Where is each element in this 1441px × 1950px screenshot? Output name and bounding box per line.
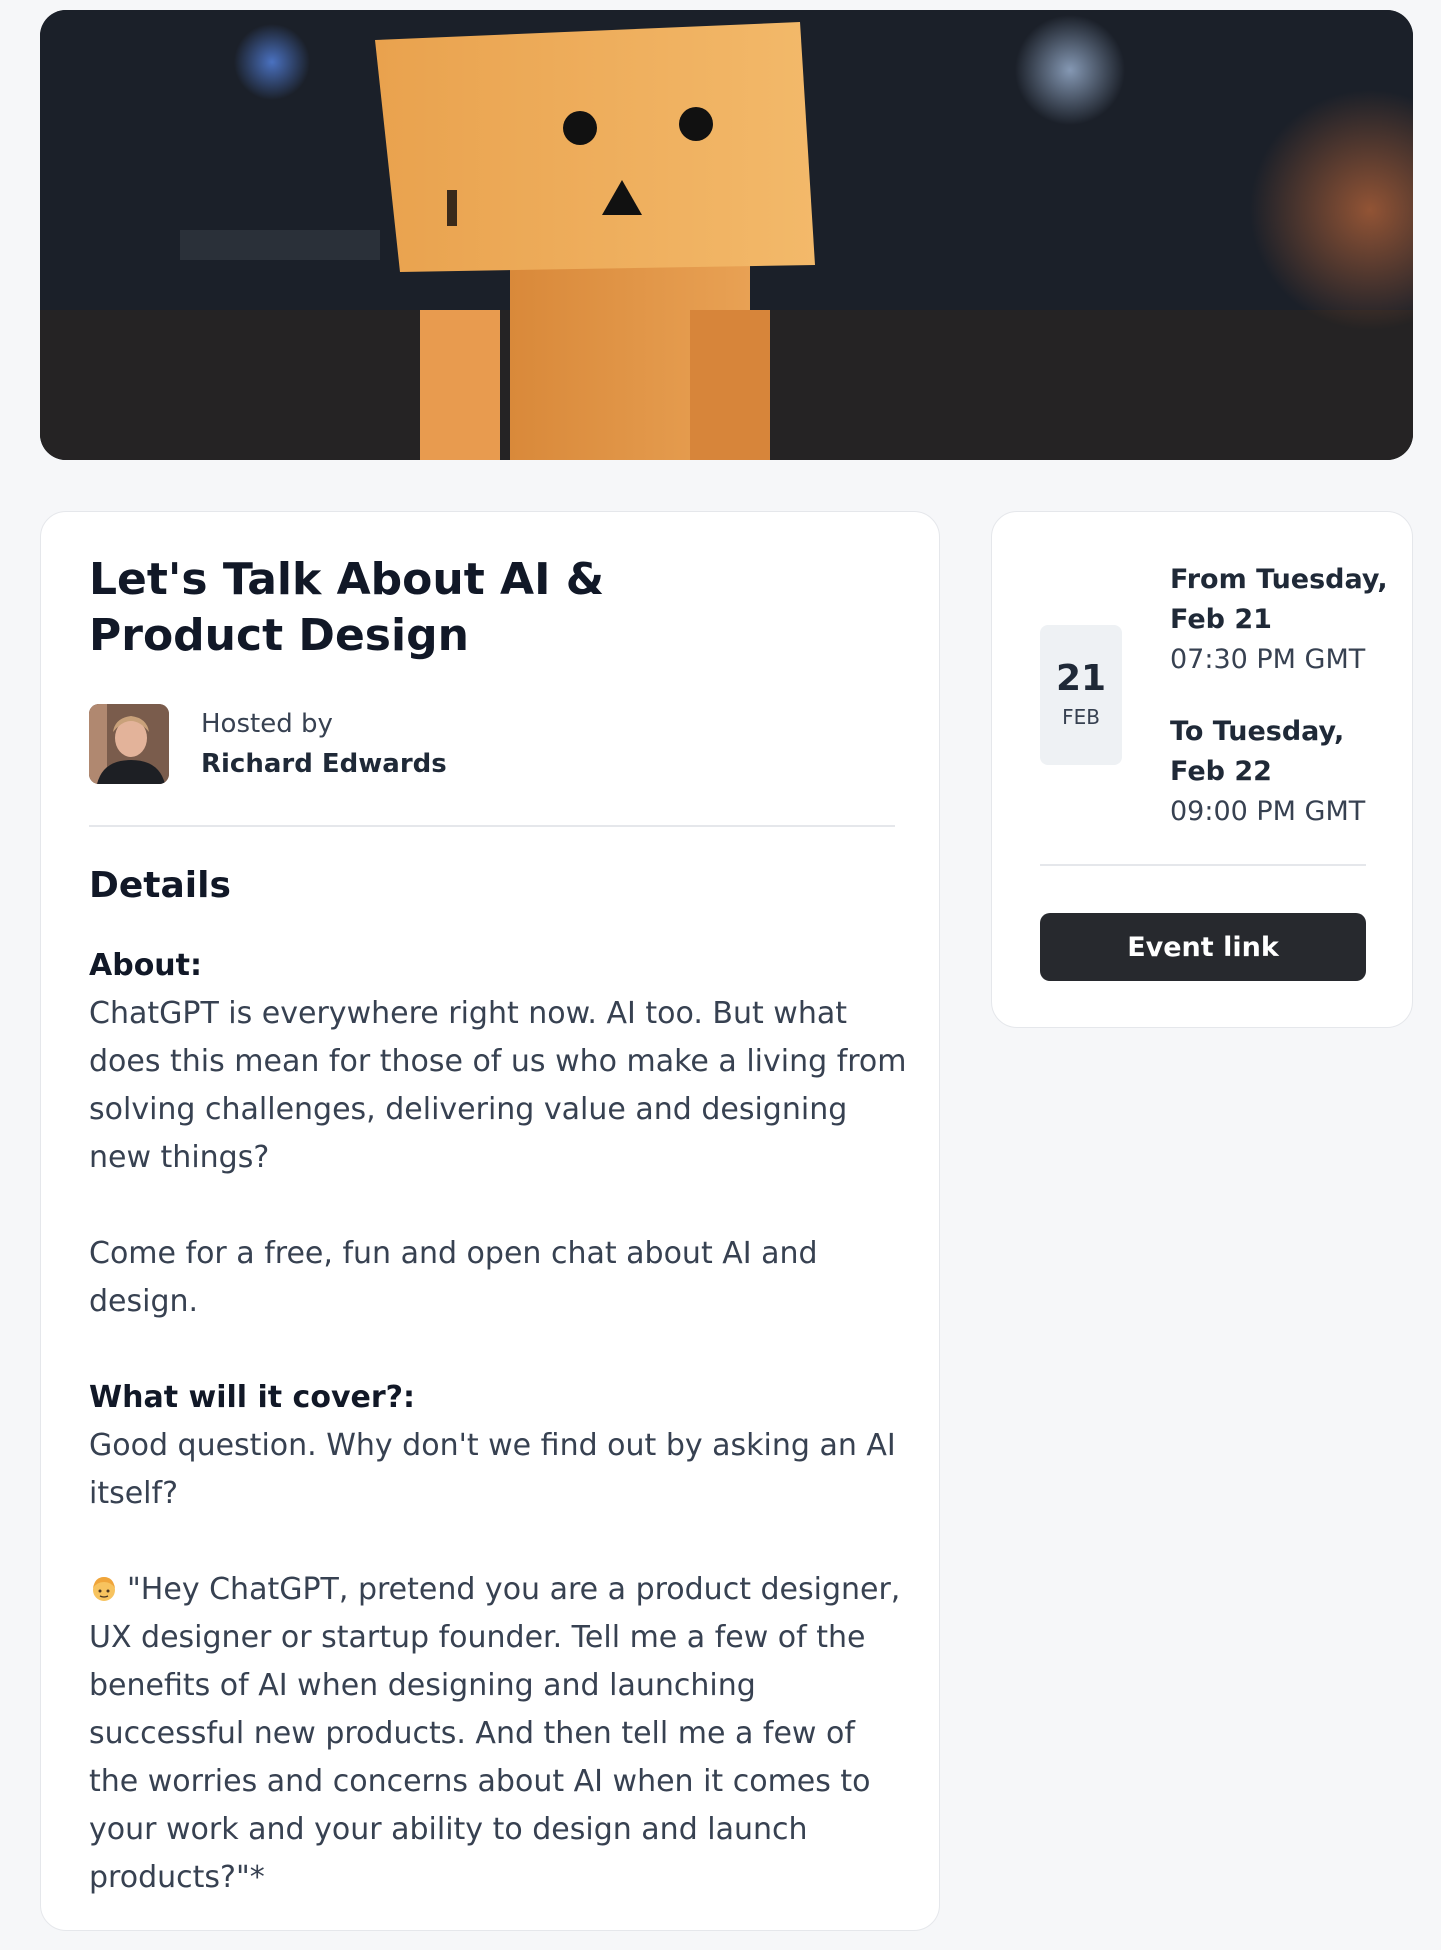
cover-text: Good question. Why don't we find out by … <box>89 1428 896 1511</box>
to-label: To Tuesday, Feb 22 <box>1170 716 1345 787</box>
invite-text: Come for a free, fun and open chat about… <box>89 1236 818 1319</box>
prompt-text: "Hey ChatGPT, pretend you are a product … <box>89 1572 901 1895</box>
hero-banner-image <box>40 10 1413 460</box>
schedule-card: 21 FEB From Tuesday, Feb 21 07:30 PM GMT… <box>991 511 1413 1028</box>
event-title: Let's Talk About AI & Product Design <box>89 554 605 661</box>
cover-section: What will it cover?: Good question. Why … <box>89 1374 909 1518</box>
event-details-card: Let's Talk About AI & Product Design Hos… <box>40 511 940 1931</box>
about-text: ChatGPT is everywhere right now. AI too.… <box>89 996 907 1175</box>
details-body: About: ChatGPT is everywhere right now. … <box>89 942 909 1950</box>
person-emoji-icon <box>89 1571 119 1601</box>
host-info: Hosted by Richard Edwards <box>89 704 447 784</box>
event-link-button[interactable]: Event link <box>1040 913 1366 981</box>
about-section: About: ChatGPT is everywhere right now. … <box>89 942 909 1182</box>
divider <box>89 825 895 827</box>
hosted-by-label: Hosted by <box>201 709 333 739</box>
from-time: 07:30 PM GMT <box>1170 644 1366 675</box>
date-day: 21 <box>1055 658 1107 699</box>
details-heading: Details <box>89 865 231 906</box>
prompt-section: "Hey ChatGPT, pretend you are a product … <box>89 1566 909 1902</box>
about-label: About: <box>89 948 202 983</box>
event-times: From Tuesday, Feb 21 07:30 PM GMT To Tue… <box>1170 560 1390 832</box>
date-badge: 21 FEB <box>1040 625 1122 765</box>
side-divider <box>1040 864 1366 866</box>
date-month: FEB <box>1062 705 1100 729</box>
from-label: From Tuesday, Feb 21 <box>1170 564 1388 635</box>
cover-label: What will it cover?: <box>89 1380 416 1415</box>
to-time: 09:00 PM GMT <box>1170 796 1366 827</box>
host-name[interactable]: Richard Edwards <box>201 744 447 784</box>
host-avatar[interactable] <box>89 704 169 784</box>
